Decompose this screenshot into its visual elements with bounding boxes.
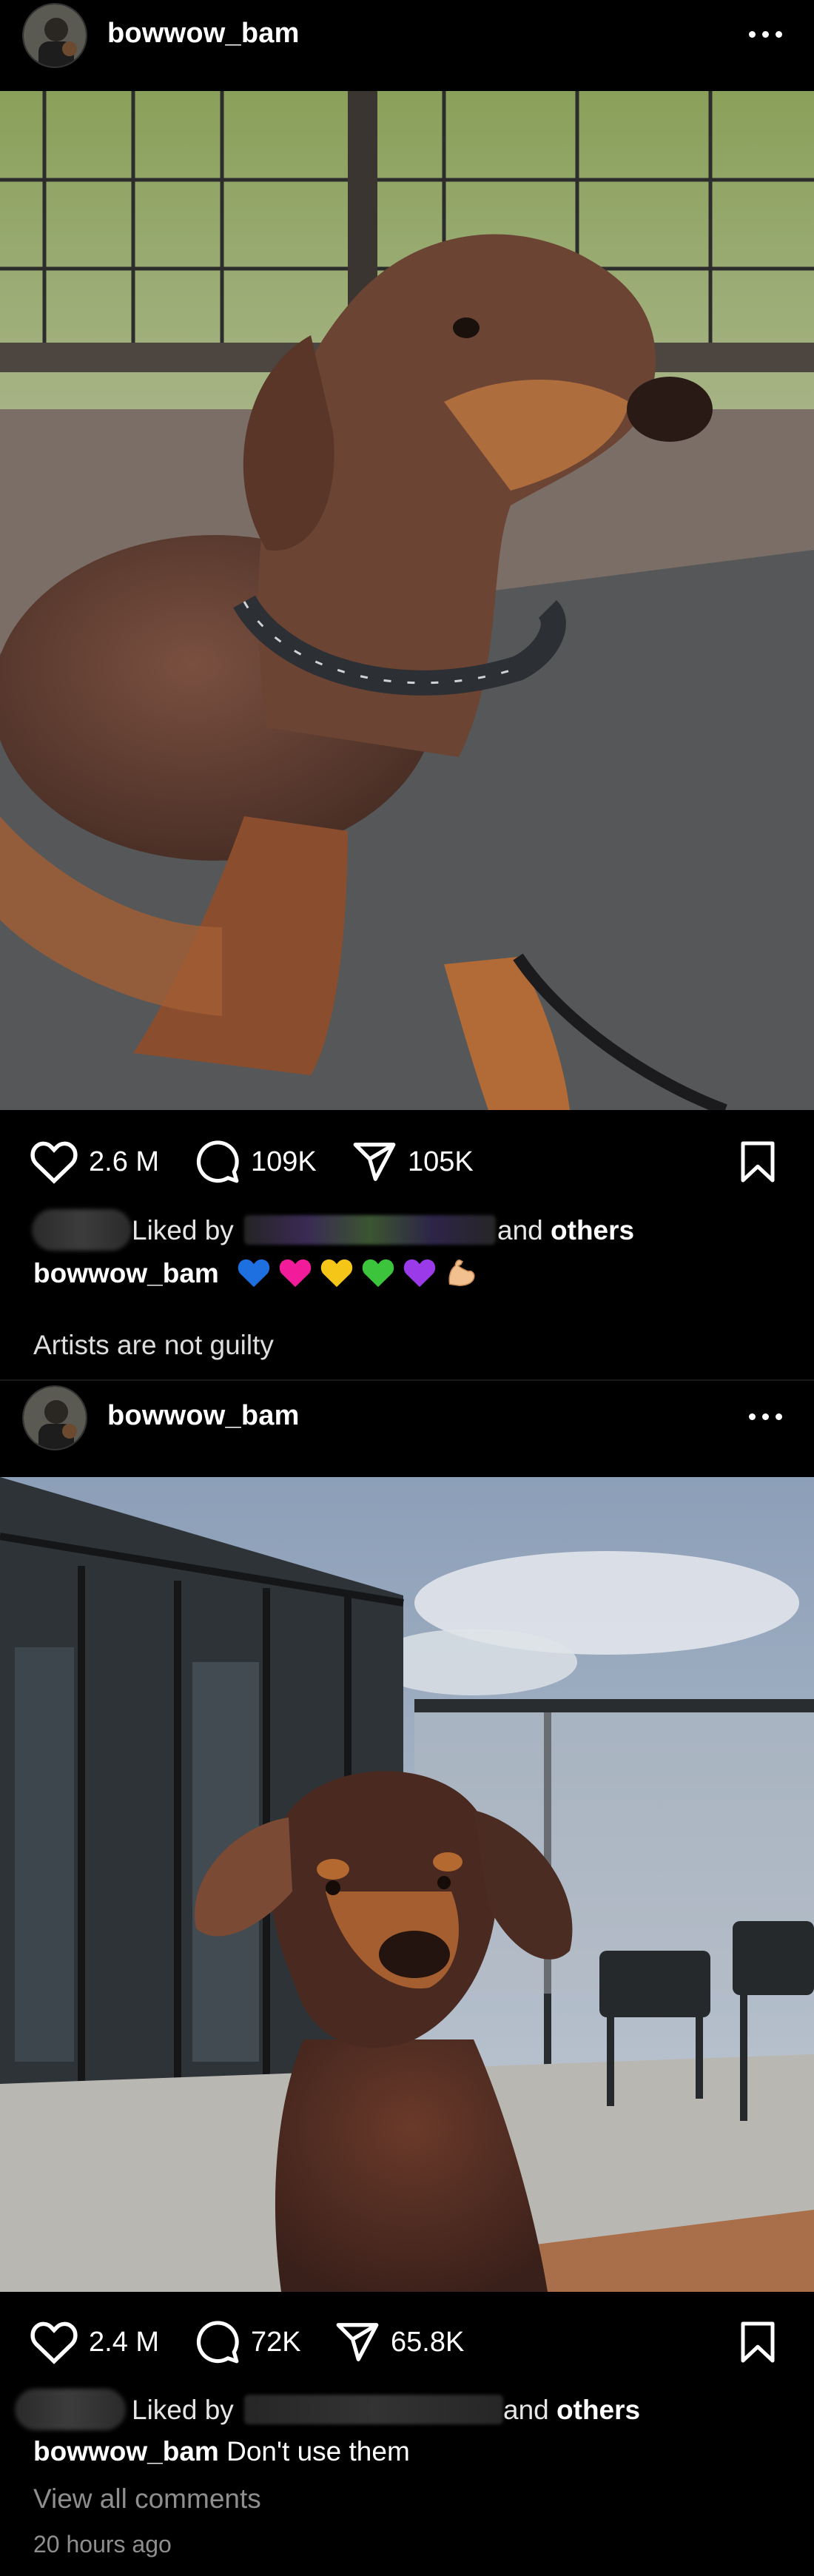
caption-line: bowwow_bam Don't use them [33, 2436, 410, 2467]
and-others-label: and others [497, 1215, 635, 1245]
like-button[interactable]: 2.4 M [30, 2318, 159, 2366]
caption-line: bowwow_bam [33, 1256, 485, 1290]
heart-icon [30, 1141, 78, 1184]
post-actions: 2.6 M 109K 105K [0, 1125, 814, 1199]
comment-button[interactable]: 109K [195, 1138, 317, 1186]
comment-button[interactable]: 72K [195, 2318, 301, 2366]
post-timestamp: 20 hours ago [33, 2531, 172, 2557]
post-image[interactable] [0, 1477, 814, 2292]
liked-by-row[interactable]: Liked by and others [0, 2389, 814, 2430]
share-count: 65.8K [391, 2326, 465, 2358]
liker-avatars-redacted [32, 1209, 132, 1251]
view-all-comments-link[interactable]: View all comments [33, 2483, 261, 2515]
purple-heart-emoji [403, 1259, 436, 1288]
flexed-biceps-emoji [448, 1259, 475, 1287]
more-options-icon[interactable] [744, 1405, 789, 1428]
post-header: bowwow_bam [0, 0, 814, 89]
comment-icon [196, 2321, 239, 2364]
caption-text: Don't use them [226, 2436, 410, 2466]
comment-count: 109K [251, 1146, 317, 1177]
post-2: bowwow_bam 2.4 M 72K 65.8K Liked by and … [0, 1382, 814, 2576]
post-header: bowwow_bam [0, 1382, 814, 1471]
heart-icon [30, 2321, 78, 2364]
bookmark-button[interactable] [736, 1138, 780, 1186]
pink-heart-emoji [279, 1259, 312, 1288]
liker-names-redacted [244, 2395, 503, 2424]
comment-icon [196, 1140, 239, 1183]
profile-avatar[interactable] [22, 1385, 87, 1450]
like-count: 2.6 M [89, 1146, 160, 1177]
post-image[interactable] [0, 91, 814, 1110]
post-1: bowwow_bam 2.6 M 109K 105K Liked by and … [0, 0, 814, 1381]
post-username[interactable]: bowwow_bam [107, 18, 300, 50]
caption-text: Artists are not guilty [33, 1330, 274, 1360]
post-username[interactable]: bowwow_bam [107, 1400, 300, 1432]
like-button[interactable]: 2.6 M [30, 1138, 159, 1186]
bookmark-button[interactable] [736, 2318, 780, 2366]
post-divider [0, 1379, 814, 1381]
yellow-heart-emoji [320, 1259, 353, 1288]
caption-username[interactable]: bowwow_bam [33, 1258, 219, 1288]
bookmark-icon [741, 1141, 775, 1183]
liked-by-row[interactable]: Liked by and others [0, 1209, 814, 1251]
bookmark-icon [741, 2321, 775, 2363]
share-icon [336, 2323, 379, 2361]
liker-avatars-redacted [15, 2389, 126, 2430]
green-heart-emoji [362, 1259, 394, 1288]
post-actions: 2.4 M 72K 65.8K [0, 2305, 814, 2379]
liker-names-redacted [244, 1215, 496, 1245]
comment-count: 72K [251, 2326, 301, 2358]
blue-heart-emoji [238, 1259, 270, 1288]
caption-username[interactable]: bowwow_bam [33, 2436, 219, 2466]
liked-by-label: Liked by [132, 1215, 234, 1245]
share-icon [353, 1143, 396, 1181]
share-button[interactable]: 65.8K [334, 2318, 464, 2366]
like-count: 2.4 M [89, 2326, 160, 2358]
more-options-icon[interactable] [744, 22, 789, 46]
liked-by-label: Liked by [132, 2395, 234, 2425]
and-others-label: and others [503, 2395, 641, 2425]
share-count: 105K [408, 1146, 474, 1177]
profile-avatar[interactable] [22, 3, 87, 68]
share-button[interactable]: 105K [352, 1138, 474, 1186]
